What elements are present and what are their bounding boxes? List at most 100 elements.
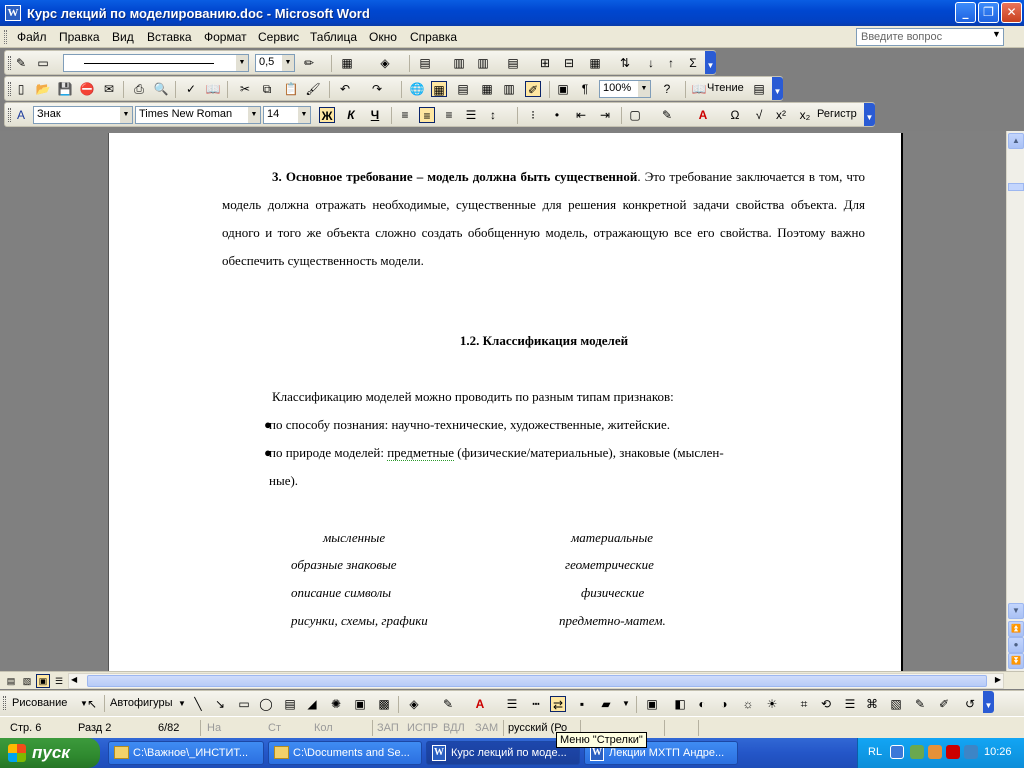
line-spacing-icon[interactable]: ↕ — [485, 107, 501, 123]
align-center-icon[interactable]: ≡ — [419, 107, 435, 123]
select-objects-icon[interactable]: ↖ — [84, 696, 100, 712]
register-label[interactable]: Регистр — [817, 108, 857, 120]
drawing-menu-button[interactable]: Рисование — [12, 697, 67, 709]
picture-tool-icon[interactable]: ▣ — [644, 696, 660, 712]
equation-icon[interactable]: √ — [751, 107, 767, 123]
format-picture-icon[interactable]: ✎ — [912, 696, 928, 712]
picture-icon[interactable]: ▩ — [376, 696, 392, 712]
document-map-icon[interactable]: ▣ — [555, 81, 571, 97]
eraser-icon[interactable]: ▭ — [35, 55, 51, 71]
taskbar-item-folder-institute[interactable]: C:\Важное\_ИНСТИТ... — [108, 741, 264, 765]
arrow-style-icon[interactable]: ⇄ — [550, 696, 566, 712]
minimize-button[interactable]: _ — [955, 2, 976, 23]
document-page[interactable]: 3. Основное требование – модель должна б… — [108, 133, 903, 673]
table-autoformat-icon[interactable]: ▦ — [587, 55, 603, 71]
menu-window[interactable]: Окно — [369, 30, 397, 44]
image-control-icon[interactable]: ◧ — [672, 696, 688, 712]
toolbar-grip[interactable] — [8, 82, 11, 96]
toolbar-options-icon[interactable]: ▼ — [864, 103, 875, 126]
change-text-direction-icon[interactable]: ⇅ — [617, 55, 633, 71]
horizontal-scrollbar[interactable]: ◀ ▶ — [68, 673, 1004, 689]
align-icon[interactable]: ▤ — [505, 55, 521, 71]
subscript-icon[interactable]: x₂ — [797, 107, 813, 123]
format-painter-icon[interactable]: 🖌 — [305, 81, 321, 97]
chevron-down-icon[interactable]: ▼ — [236, 55, 248, 71]
paste-icon[interactable]: 📋 — [283, 81, 299, 97]
menu-insert[interactable]: Вставка — [147, 30, 192, 44]
diagram-icon[interactable]: ✺ — [328, 696, 344, 712]
line-style-icon[interactable]: ☰ — [842, 696, 858, 712]
taskbar-item-folder-documents[interactable]: C:\Documents and Se... — [268, 741, 422, 765]
cut-icon[interactable]: ✂ — [237, 81, 253, 97]
status-extend[interactable]: ВДЛ — [443, 722, 465, 734]
font-size-combo[interactable]: 14 ▼ — [263, 106, 311, 124]
help-dropdown-icon[interactable]: ▼ — [992, 29, 1001, 39]
underline-button[interactable]: Ч — [367, 107, 383, 123]
select-browse-object-icon[interactable]: ● — [1008, 637, 1024, 653]
less-contrast-icon[interactable]: ◑ — [716, 696, 732, 712]
copy-icon[interactable]: ⧉ — [259, 81, 275, 97]
line-color-icon[interactable]: ✎ — [440, 696, 456, 712]
scroll-thumb[interactable] — [87, 675, 987, 687]
outline-view-icon[interactable]: ☰ — [52, 674, 66, 688]
split-cells-icon[interactable]: ▥ — [475, 55, 491, 71]
toolbar-options-icon[interactable]: ▼ — [772, 77, 783, 100]
chevron-down-icon[interactable]: ▼ — [120, 107, 132, 123]
permission-icon[interactable]: ⛔ — [79, 81, 95, 97]
menu-format[interactable]: Формат — [204, 30, 247, 44]
menu-file[interactable]: Файл — [17, 30, 47, 44]
italic-button[interactable]: К — [343, 107, 359, 123]
fill-color-icon[interactable]: ◈ — [406, 696, 422, 712]
more-contrast-icon[interactable]: ◐ — [694, 696, 710, 712]
superscript-icon[interactable]: x² — [773, 107, 789, 123]
chevron-down-icon[interactable]: ▼ — [282, 55, 294, 71]
text-wrapping-icon[interactable]: ▧ — [888, 696, 904, 712]
clipart-icon[interactable]: ▣ — [352, 696, 368, 712]
vertical-scrollbar[interactable]: ▲ ▼ ⏫ ● ⏬ — [1006, 131, 1024, 671]
zoom-combo[interactable]: 100% ▼ — [599, 80, 651, 98]
wordart-icon[interactable]: ◢ — [304, 696, 320, 712]
drawing-icon[interactable]: ✐ — [525, 81, 541, 97]
menu-tools[interactable]: Сервис — [258, 30, 299, 44]
menu-view[interactable]: Вид — [112, 30, 134, 44]
align-left-icon[interactable]: ≡ — [397, 107, 413, 123]
chevron-down-icon[interactable]: ▼ — [638, 81, 650, 97]
security-icon[interactable] — [946, 745, 960, 759]
scroll-right-icon[interactable]: ▶ — [995, 675, 1001, 684]
print-layout-icon[interactable]: ▣ — [36, 674, 50, 688]
dash-style-icon[interactable]: ┅ — [528, 696, 544, 712]
show-hide-icon[interactable]: ¶ — [577, 81, 593, 97]
3d-style-icon[interactable]: ▰ — [598, 696, 614, 712]
outside-border-icon[interactable]: ▦ — [339, 55, 355, 71]
save-icon[interactable]: 💾 — [57, 81, 73, 97]
draw-table-icon[interactable]: ✎ — [13, 55, 29, 71]
chevron-down-icon[interactable]: ▼ — [298, 107, 310, 123]
distribute-columns-icon[interactable]: ⊟ — [561, 55, 577, 71]
compress-icon[interactable]: ⌘ — [864, 696, 880, 712]
merge-cells-icon[interactable]: ▥ — [451, 55, 467, 71]
text-box-icon[interactable]: ▤ — [282, 696, 298, 712]
chevron-down-icon[interactable]: ▼ — [174, 696, 190, 712]
keyboard-language[interactable]: RL — [868, 746, 882, 758]
start-button[interactable]: пуск — [0, 738, 100, 768]
print-preview-icon[interactable]: 🔍 — [153, 81, 169, 97]
insert-excel-icon[interactable]: ▦ — [479, 81, 495, 97]
font-color-icon[interactable]: A — [472, 696, 488, 712]
sort-descending-icon[interactable]: ↑ — [663, 55, 679, 71]
increase-indent-icon[interactable]: ⇥ — [597, 107, 613, 123]
toolbar-grip[interactable] — [3, 696, 6, 710]
font-combo[interactable]: Times New Roman ▼ — [135, 106, 261, 124]
normal-view-icon[interactable]: ▤ — [4, 674, 18, 688]
insert-table-icon[interactable]: ▤ — [417, 55, 433, 71]
crop-icon[interactable]: ⌗ — [796, 696, 812, 712]
back-arrow-icon[interactable] — [890, 745, 904, 759]
line-icon[interactable]: ╲ — [190, 696, 206, 712]
open-icon[interactable]: 📂 — [35, 81, 51, 97]
antivirus-icon[interactable] — [928, 745, 942, 759]
bluetooth-icon[interactable] — [964, 745, 978, 759]
reading-label[interactable]: Чтение — [707, 82, 744, 94]
close-button[interactable]: ✕ — [1001, 2, 1022, 23]
email-icon[interactable]: ✉ — [101, 81, 117, 97]
line-style-combo[interactable]: ▼ — [63, 54, 249, 72]
menu-edit[interactable]: Правка — [59, 30, 100, 44]
